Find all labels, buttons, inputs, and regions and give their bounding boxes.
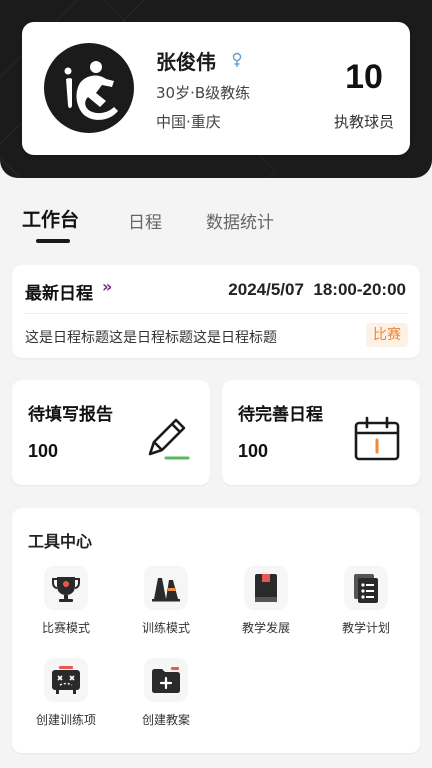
location: 中国·重庆: [156, 113, 221, 131]
cone-icon: [144, 566, 188, 610]
pending-report-title: 待填写报告: [28, 405, 113, 425]
coach-name: 张俊伟: [156, 50, 216, 74]
tab-bar: 工作台 日程 数据统计: [22, 205, 412, 245]
tool-label: 教学发展: [241, 621, 290, 635]
tool-label: 创建教案: [141, 713, 190, 727]
tab-workbench[interactable]: 工作台: [22, 205, 79, 232]
tool-center-title: 工具中心: [28, 532, 93, 551]
schedule-date: 2024/5/07: [228, 280, 304, 299]
latest-schedule-title: 最新日程: [25, 284, 93, 304]
calendar-icon: [354, 416, 400, 461]
tool-label: 教学计划: [341, 621, 390, 635]
schedule-time: 18:00-20:00: [313, 280, 406, 299]
pending-report-count: 100: [28, 441, 59, 461]
profile-card[interactable]: 张俊伟 30岁·B级教练 中国·重庆 10 执教球员: [22, 22, 410, 155]
book-icon: [244, 566, 288, 610]
trophy-icon: [44, 566, 88, 610]
tab-schedule[interactable]: 日程: [128, 208, 162, 233]
schedule-type-badge: 比赛: [366, 323, 408, 347]
add-folder-icon: [144, 658, 188, 702]
pencil-icon: [148, 418, 190, 460]
tool-label: 训练模式: [141, 621, 190, 635]
tactics-board-icon: [44, 658, 88, 702]
pending-report-card[interactable]: 待填写报告 100: [12, 380, 210, 485]
logo-icon: [64, 61, 118, 120]
divider: [25, 313, 407, 314]
tab-statistics[interactable]: 数据统计: [206, 208, 274, 233]
pending-schedule-card[interactable]: 待完善日程 100: [222, 380, 420, 485]
tab-indicator: [36, 239, 70, 243]
tool-label: 创建训练项: [35, 713, 96, 727]
tool-create-training-item[interactable]: 创建训练项: [21, 658, 111, 728]
tool-match-mode[interactable]: 比赛模式: [21, 566, 111, 636]
players-count: 10: [345, 58, 383, 96]
avatar[interactable]: [44, 43, 134, 133]
latest-schedule-card[interactable]: 最新日程 » 2024/5/07 18:00-20:00 这是日程标题这是日程标…: [12, 265, 420, 358]
schedule-datetime: 2024/5/07 18:00-20:00: [228, 280, 406, 300]
gender-female-icon: [232, 52, 242, 67]
pending-schedule-count: 100: [238, 441, 269, 461]
tool-training-mode[interactable]: 训练模式: [121, 566, 211, 636]
tool-center-card: 工具中心 比赛模式 训练模式 教学发展 教学计划 创建训练项 创建教案: [12, 508, 420, 753]
plan-list-icon: [344, 566, 388, 610]
players-count-label: 执教球员: [333, 113, 394, 131]
tool-teaching-plan[interactable]: 教学计划: [321, 566, 411, 636]
tool-teaching-development[interactable]: 教学发展: [221, 566, 311, 636]
double-chevron-right-icon[interactable]: »: [102, 277, 112, 296]
tool-label: 比赛模式: [41, 621, 90, 635]
schedule-description: 这是日程标题这是日程标题这是日程标题: [25, 330, 277, 346]
age-level: 30岁·B级教练: [156, 84, 251, 102]
tool-create-lesson-plan[interactable]: 创建教案: [121, 658, 211, 728]
pending-schedule-title: 待完善日程: [238, 405, 323, 425]
